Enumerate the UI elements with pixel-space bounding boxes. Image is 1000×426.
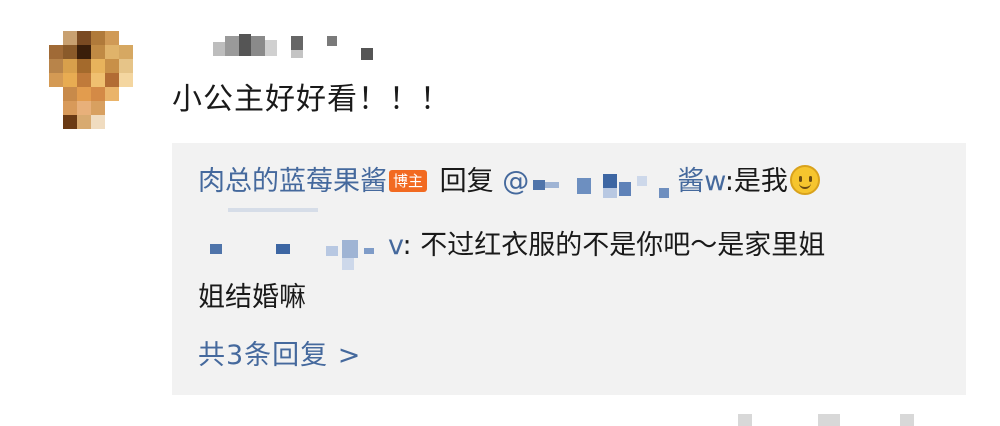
comment-text: 小公主好好看！！！ (172, 82, 451, 117)
reply-text-2: : 不过红衣服的不是你吧～是家里姐 (402, 230, 826, 261)
mention-tail: 酱w (677, 166, 725, 197)
avatar[interactable] (49, 31, 133, 129)
username-blurred[interactable] (205, 32, 375, 66)
view-replies-link[interactable]: 共3条回复 > (198, 336, 361, 376)
mention-prefix: @ (502, 166, 530, 197)
reply-line-2: v: 不过红衣服的不是你吧～是家里姐 (198, 226, 826, 270)
blur-artifact (228, 208, 318, 212)
reply-line-1: 肉总的蓝莓果酱 博主 回复 @ 酱w:是我 (198, 162, 820, 202)
reply-word: 回复 (439, 166, 494, 197)
mention2-tail[interactable]: v (388, 230, 403, 261)
cut-off-icon (738, 414, 752, 426)
reply-author-link[interactable]: 肉总的蓝莓果酱 (198, 166, 387, 197)
mention-blurred-name (529, 166, 677, 200)
cut-off-icon (818, 414, 840, 426)
smile-emoji-icon (789, 165, 820, 195)
cut-off-icon (900, 414, 914, 426)
mention-link-2[interactable] (198, 230, 388, 270)
author-badge: 博主 (389, 170, 428, 192)
mention-link-1[interactable]: @ 酱w (502, 166, 725, 200)
reply-line-3: 姐结婚嘛 (198, 282, 306, 313)
reply-text-1: :是我 (724, 166, 788, 197)
